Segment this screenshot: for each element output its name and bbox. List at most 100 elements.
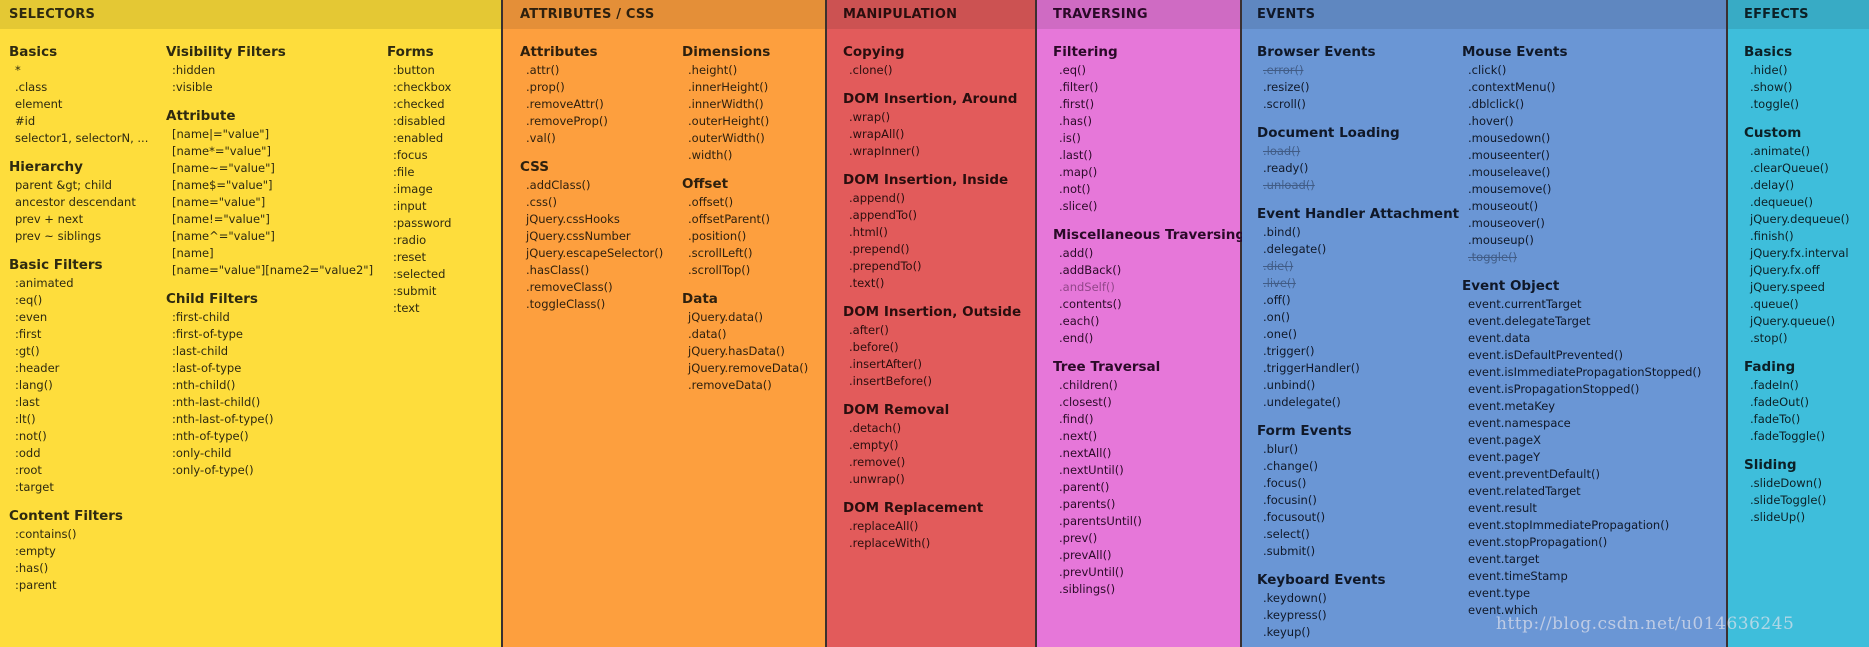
section: DOM Insertion, Inside .append() .appendTo(… xyxy=(843,171,1043,292)
list-item: .unbind() xyxy=(1263,378,1316,392)
item-list: .fadeIn() .fadeOut() .fadeTo() .fadeToggle(… xyxy=(1744,377,1869,445)
section-title: Forms xyxy=(387,44,434,60)
section-title: Fading xyxy=(1744,359,1796,375)
list-item: :image xyxy=(393,182,433,196)
section: Offset .offset() .offsetParent() .position(… xyxy=(682,175,842,279)
list-item: :file xyxy=(393,165,415,179)
list-item: .mouseover() xyxy=(1468,216,1545,230)
list-item: event.pageY xyxy=(1468,450,1541,464)
section-title: Miscellaneous Traversing xyxy=(1053,227,1246,243)
list-item: .slideUp() xyxy=(1750,510,1806,524)
watermark: http://blog.csdn.net/u014636245 xyxy=(1496,614,1795,634)
item-list: :contains():empty:has():parent xyxy=(9,526,166,594)
list-item: :nth-last-child() xyxy=(172,395,261,409)
list-item: .bind() xyxy=(1263,225,1301,239)
column-body: Basics .hide() .show() .toggle() Custom .anim… xyxy=(1728,29,1869,526)
list-item: :gt() xyxy=(15,344,40,358)
list-item: .wrapInner() xyxy=(849,144,920,158)
list-item: .mouseout() xyxy=(1468,199,1539,213)
section: DOM Insertion, Outside .after() .before().… xyxy=(843,303,1043,390)
section-title: DOM Replacement xyxy=(843,500,984,516)
list-item: .animate() xyxy=(1750,144,1810,158)
list-item: .width() xyxy=(688,148,733,162)
list-item: :contains() xyxy=(15,527,77,541)
list-item: .nextAll() xyxy=(1059,446,1112,460)
section: Attribute [name|="value"] [name*="value"][… xyxy=(166,107,387,279)
section: Document Loading .load() .ready() .unload() xyxy=(1257,124,1462,194)
list-item: event.currentTarget xyxy=(1468,297,1582,311)
item-list: :hidden:visible xyxy=(166,62,387,96)
list-item: .has() xyxy=(1059,114,1092,128)
subcolumn: Mouse Events .click() .contextMenu() .dblcl… xyxy=(1462,43,1742,641)
item-list: .children() .closest() .find() .next() .next… xyxy=(1053,377,1253,598)
column-body: Basics * .class element #id selector1, select… xyxy=(0,29,501,594)
list-item: .delegate() xyxy=(1263,242,1327,256)
list-item: .find() xyxy=(1059,412,1094,426)
item-list: .attr() .prop() .removeAttr() .removeProp()… xyxy=(520,62,682,147)
list-item: event.isPropagationStopped() xyxy=(1468,382,1640,396)
list-item: .parent() xyxy=(1059,480,1110,494)
list-item: .prop() xyxy=(526,80,565,94)
section: Keyboard Events .keydown() .keypress() .key… xyxy=(1257,571,1462,641)
column-effects: EFFECTS Basics .hide() .show() .toggle() Cust… xyxy=(1728,0,1869,647)
section: Attributes .attr() .prop() .removeAttr() .re… xyxy=(520,43,682,147)
section: Copying .clone() xyxy=(843,43,1043,79)
list-item: :focus xyxy=(393,148,428,162)
list-item: :first-child xyxy=(172,310,230,324)
column-header: SELECTORS xyxy=(0,0,501,29)
list-item: :checkbox xyxy=(393,80,452,94)
list-item: .show() xyxy=(1750,80,1793,94)
list-item: :text xyxy=(393,301,420,315)
list-item: ancestor descendant xyxy=(15,195,136,209)
list-item: .html() xyxy=(849,225,888,239)
list-item: :not() xyxy=(15,429,47,443)
section-title: Hierarchy xyxy=(9,159,83,175)
list-item: [name$="value"] xyxy=(172,178,273,192)
list-item: .andSelf() xyxy=(1059,280,1115,294)
list-item: .focusout() xyxy=(1263,510,1326,524)
list-item: .slideToggle() xyxy=(1750,493,1827,507)
item-list: .blur() .change() .focus() .focusin() .focus… xyxy=(1257,441,1462,560)
list-item: event.isImmediatePropagationStopped() xyxy=(1468,365,1702,379)
list-item: event.stopPropagation() xyxy=(1468,535,1608,549)
section: Custom .animate() .clearQueue() .delay() .de… xyxy=(1744,124,1869,347)
list-item: .hide() xyxy=(1750,63,1788,77)
list-item: :first xyxy=(15,327,42,341)
section-title: Keyboard Events xyxy=(1257,572,1386,588)
list-item: .live() xyxy=(1263,276,1296,290)
list-item: .clearQueue() xyxy=(1750,161,1829,175)
list-item: :empty xyxy=(15,544,56,558)
list-item: .last() xyxy=(1059,148,1093,162)
item-list: .animate() .clearQueue() .delay() .dequeue(… xyxy=(1744,143,1869,347)
list-item: event.isDefaultPrevented() xyxy=(1468,348,1623,362)
list-item: .slice() xyxy=(1059,199,1098,213)
section-title: Browser Events xyxy=(1257,44,1376,60)
list-item: .mousedown() xyxy=(1468,131,1551,145)
list-item: .load() xyxy=(1263,144,1301,158)
section: Dimensions .height() .innerHeight() .innerW… xyxy=(682,43,842,164)
list-item: .appendTo() xyxy=(849,208,918,222)
list-item: .siblings() xyxy=(1059,582,1116,596)
list-item: .removeAttr() xyxy=(526,97,604,111)
list-item: .text() xyxy=(849,276,885,290)
item-list: .slideDown() .slideToggle() .slideUp() xyxy=(1744,475,1869,526)
list-item: .closest() xyxy=(1059,395,1112,409)
section: Forms:button:checkbox:checked:disabled:e… xyxy=(387,43,497,317)
list-item: .ready() xyxy=(1263,161,1309,175)
item-list: .wrap() .wrapAll() .wrapInner() xyxy=(843,109,1043,160)
section-title: Dimensions xyxy=(682,44,771,60)
list-item: .hasClass() xyxy=(526,263,590,277)
list-item: .keypress() xyxy=(1263,608,1327,622)
list-item: .mousemove() xyxy=(1468,182,1552,196)
list-item: event.preventDefault() xyxy=(1468,467,1600,481)
list-item: .trigger() xyxy=(1263,344,1315,358)
column-header: MANIPULATION xyxy=(827,0,1035,29)
list-item: .offset() xyxy=(688,195,734,209)
list-item: .filter() xyxy=(1059,80,1099,94)
subcolumn: Browser Events .error() .resize() .scroll()… xyxy=(1257,43,1462,641)
list-item: .unload() xyxy=(1263,178,1315,192)
item-list: .error() .resize() .scroll() xyxy=(1257,62,1462,113)
list-item: .mouseleave() xyxy=(1468,165,1551,179)
item-list: .after() .before() .insertAfter() .insertBe… xyxy=(843,322,1043,390)
list-item: .height() xyxy=(688,63,738,77)
